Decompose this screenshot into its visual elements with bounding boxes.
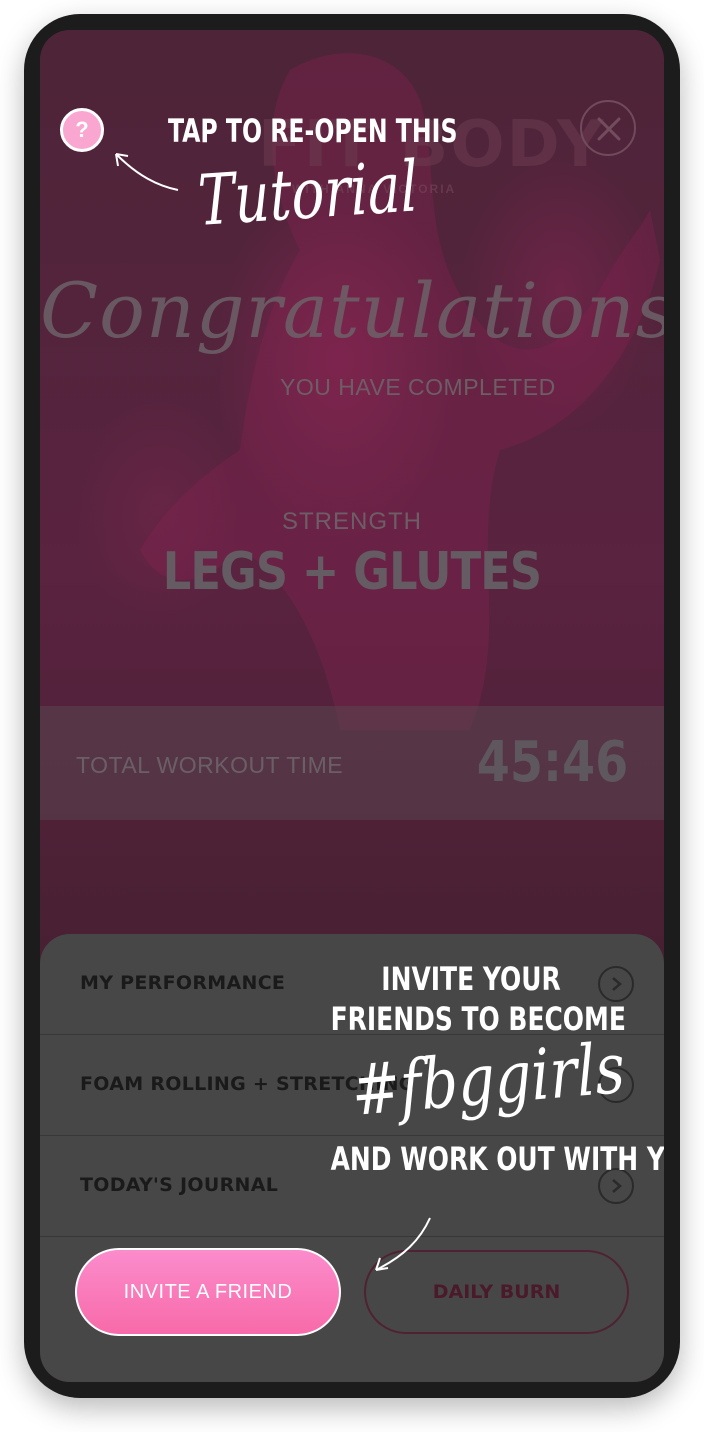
screen: FIT BODY WITH ANNA VICTORIA Congratulati… [40,30,664,1382]
total-time-panel: TOTAL WORKOUT TIME 45:46 [40,706,664,820]
workout-title: LEGS + GLUTES [162,542,542,602]
tutorial-reopen-text: TAP TO RE-OPEN THIS [168,112,458,150]
menu-item-label: TODAY'S JOURNAL [80,1174,279,1196]
invite-tip-line1: INVITE YOUR [381,960,561,998]
congratulations-heading: Congratulations! [40,266,664,355]
invite-tip-line3: AND WORK OUT WITH YOU! [330,1140,664,1178]
tutorial-script-text: Tutorial [196,145,420,242]
tutorial-arrow [115,153,179,191]
total-time-label: TOTAL WORKOUT TIME [76,752,344,778]
question-mark-icon: ? [75,117,89,142]
close-button[interactable] [580,100,636,156]
menu-item-label: MY PERFORMANCE [80,972,286,994]
workout-category: STRENGTH [282,508,422,535]
total-time-value: 45:46 [476,730,628,795]
close-icon [597,117,621,141]
completed-text: YOU HAVE COMPLETED [280,374,556,400]
invite-friend-button[interactable]: INVITE A FRIEND [75,1248,341,1336]
help-button[interactable]: ? [60,108,104,152]
invite-tip-arrow [375,1217,431,1271]
